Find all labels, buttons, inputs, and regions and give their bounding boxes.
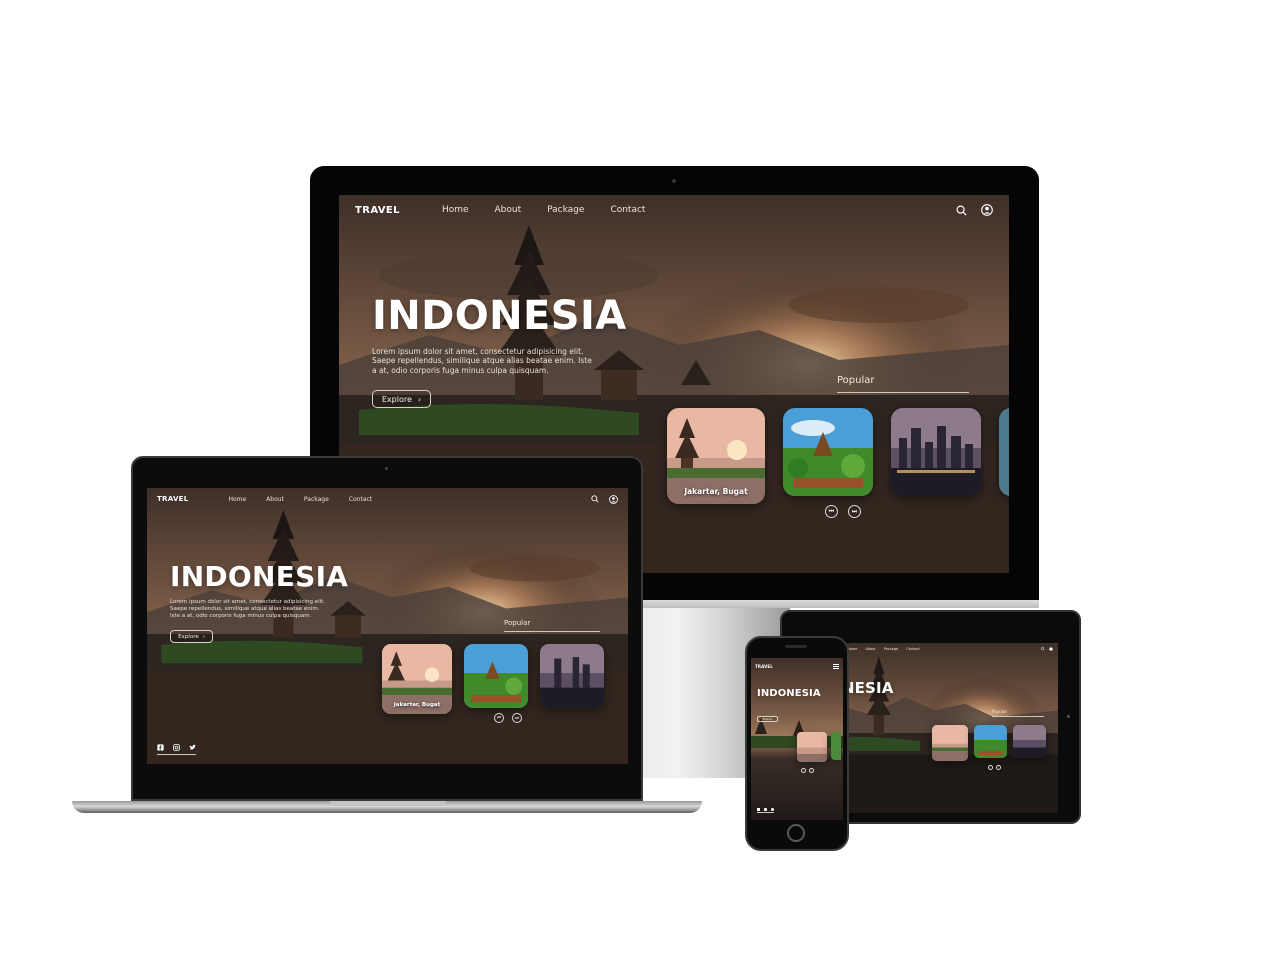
explore-button[interactable]: Explore ›	[372, 390, 431, 408]
prev-button[interactable]	[988, 765, 993, 770]
twitter-icon[interactable]	[189, 744, 196, 751]
site-logo[interactable]: TRAVEL	[755, 664, 773, 669]
nav-icons	[833, 663, 839, 669]
social-links	[757, 808, 774, 813]
laptop-camera	[385, 467, 388, 470]
nav-icons	[591, 494, 618, 504]
popular-carousel	[932, 725, 1046, 761]
search-icon[interactable]	[956, 205, 967, 216]
destination-card[interactable]	[540, 644, 604, 708]
carousel-controls	[801, 768, 814, 773]
laptop-screen: TRAVEL Home About Package Contact INDONE…	[147, 488, 628, 764]
explore-button[interactable]: Explore	[757, 716, 778, 722]
nav-links: Home About Package Contact	[228, 496, 372, 503]
nav-icons	[1041, 647, 1053, 651]
chevron-right-icon: ›	[417, 394, 422, 404]
destination-card[interactable]	[783, 408, 873, 496]
destination-card[interactable]: Jakartar, Bugat	[667, 408, 765, 504]
destination-card-partial[interactable]	[999, 408, 1009, 496]
phone-speaker	[785, 645, 807, 648]
nav-link-about[interactable]: About	[865, 647, 875, 651]
destination-card-partial[interactable]	[831, 732, 841, 760]
prev-button[interactable]	[801, 768, 806, 773]
social-links	[157, 744, 196, 755]
nav-link-home[interactable]: Home	[228, 496, 246, 503]
popular-heading: Popular	[992, 709, 1044, 717]
nav-links: Home About Package Contact	[442, 205, 646, 215]
destination-card[interactable]	[797, 732, 827, 762]
facebook-icon[interactable]	[757, 808, 760, 811]
search-icon[interactable]	[1041, 647, 1045, 651]
nav-link-contact[interactable]: Contact	[349, 496, 372, 503]
top-nav: TRAVEL	[751, 658, 843, 674]
nav-icons	[956, 204, 993, 216]
destination-card[interactable]	[932, 725, 968, 761]
explore-label: Explore	[178, 633, 199, 640]
popular-heading: Popular	[837, 375, 969, 393]
nav-link-package[interactable]: Package	[304, 496, 329, 503]
search-icon[interactable]	[591, 495, 599, 503]
hero-description: Lorem ipsum dolor sit amet, consectetur …	[372, 347, 592, 375]
popular-heading: Popular	[504, 619, 600, 632]
nav-link-about[interactable]: About	[495, 205, 522, 215]
nav-link-package[interactable]: Package	[884, 647, 899, 651]
top-nav: TRAVEL Home About Package Contact	[147, 488, 628, 510]
carousel-controls	[988, 765, 1001, 770]
destination-card[interactable]	[464, 644, 528, 708]
nav-link-home[interactable]: Home	[442, 205, 469, 215]
explore-label: Explore	[762, 717, 773, 721]
menu-icon[interactable]	[833, 663, 839, 669]
phone-home-button	[787, 824, 805, 842]
hero-title: INDONESIA	[170, 560, 349, 593]
tablet-camera	[1067, 715, 1070, 718]
prev-button[interactable]: ⏮	[494, 713, 504, 723]
carousel-controls: ⏮ ⏭	[825, 505, 861, 518]
destination-card[interactable]: Jakartar, Bugat	[382, 644, 452, 714]
hero-title: INDONESIA	[757, 688, 821, 699]
next-button[interactable]: ⏭	[848, 505, 861, 518]
site-logo[interactable]: TRAVEL	[157, 495, 188, 503]
explore-label: Explore	[381, 394, 412, 404]
next-button[interactable]: ⏭	[512, 713, 522, 723]
popular-carousel: Jakartar, Bugat	[382, 644, 604, 714]
hero-title: INDONESIA	[372, 293, 627, 339]
nav-links: Home About Package Contact	[847, 647, 920, 651]
prev-button[interactable]: ⏮	[825, 505, 838, 518]
top-nav: TRAVEL Home About Package Contact	[339, 195, 1009, 225]
nav-link-contact[interactable]: Contact	[610, 205, 645, 215]
popular-carousel	[797, 732, 841, 762]
twitter-icon[interactable]	[771, 808, 774, 811]
destination-card[interactable]	[1013, 725, 1046, 758]
card-label: Jakartar, Bugat	[684, 487, 748, 496]
phone-screen: TRAVEL INDONESIA Explore	[751, 658, 843, 820]
nav-link-about[interactable]: About	[266, 496, 284, 503]
nav-link-contact[interactable]: Contact	[906, 647, 920, 651]
hero-description: Lorem ipsum dolor sit amet, consectetur …	[170, 599, 326, 619]
imac-camera	[672, 179, 676, 183]
user-icon[interactable]	[981, 204, 993, 216]
nav-link-package[interactable]: Package	[547, 205, 584, 215]
carousel-controls: ⏮ ⏭	[494, 713, 522, 723]
card-label: Jakartar, Bugat	[393, 702, 441, 708]
chevron-right-icon: ›	[202, 633, 205, 640]
showcase-stage: TRAVEL Home About Package Contact INDONE…	[0, 0, 1280, 960]
destination-card[interactable]	[974, 725, 1007, 758]
popular-carousel: Jakartar, Bugat	[667, 408, 1009, 504]
instagram-icon[interactable]	[173, 744, 180, 751]
user-icon[interactable]	[609, 494, 618, 504]
instagram-icon[interactable]	[764, 808, 767, 811]
explore-button[interactable]: Explore ›	[170, 630, 213, 643]
laptop-notch	[330, 801, 446, 806]
destination-card[interactable]	[891, 408, 981, 496]
user-icon[interactable]	[1049, 647, 1053, 651]
site-logo[interactable]: TRAVEL	[355, 205, 400, 216]
facebook-icon[interactable]	[157, 744, 164, 751]
next-button[interactable]	[809, 768, 814, 773]
next-button[interactable]	[996, 765, 1001, 770]
